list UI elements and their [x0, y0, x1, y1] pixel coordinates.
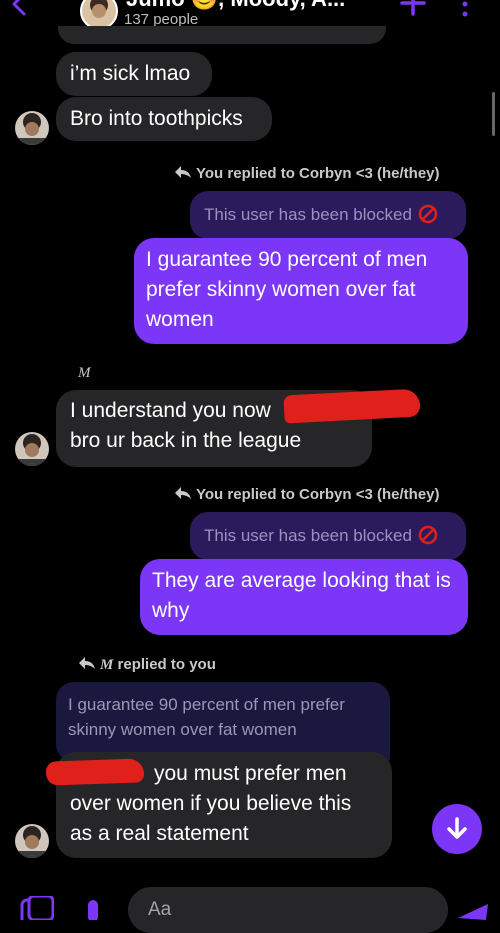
blocked-icon: [418, 204, 438, 224]
message-line: bro ur back in the league: [70, 429, 302, 452]
reply-label-text: replied to you: [117, 656, 216, 673]
back-arrow-icon[interactable]: [6, 0, 30, 22]
reply-label: You replied to Corbyn <3 (he/they): [174, 165, 440, 182]
scrollbar[interactable]: [492, 92, 495, 136]
reply-arrow-icon: [175, 166, 191, 178]
avatar[interactable]: [15, 432, 49, 466]
scroll-to-bottom-button[interactable]: [432, 804, 482, 854]
reply-arrow-icon: [79, 657, 95, 669]
message-bubble-outgoing[interactable]: I guarantee 90 percent of men prefer ski…: [134, 238, 468, 344]
reply-arrow-icon: [175, 487, 191, 499]
mic-icon[interactable]: [86, 898, 100, 920]
reply-label-text: You replied to Corbyn <3 (he/they): [196, 486, 440, 503]
redaction-mark: [45, 758, 145, 786]
avatar[interactable]: [15, 111, 49, 145]
blocked-icon: [418, 525, 438, 545]
reply-label: M replied to you: [78, 656, 216, 674]
message-input[interactable]: [128, 887, 448, 933]
reply-sender: M: [100, 657, 114, 673]
person-photo-icon: [90, 0, 108, 18]
quoted-message[interactable]: I guarantee 90 percent of men prefer ski…: [56, 682, 390, 762]
message-bubble-previous: [58, 26, 386, 44]
reply-label: You replied to Corbyn <3 (he/they): [174, 486, 440, 503]
quoted-text: This user has been blocked: [204, 205, 412, 224]
message-line: over women if you believe this as a real…: [70, 792, 352, 845]
arrow-down-icon: [447, 817, 467, 839]
gallery-icon[interactable]: [20, 896, 54, 920]
person-photo-icon: [15, 434, 49, 466]
send-icon[interactable]: [456, 898, 490, 920]
redaction-mark: [283, 388, 421, 424]
reply-label-text: You replied to Corbyn <3 (he/they): [196, 165, 440, 182]
quoted-text: This user has been blocked: [204, 526, 412, 545]
person-photo-icon: [15, 113, 49, 145]
avatar[interactable]: [15, 824, 49, 858]
message-bubble[interactable]: i’m sick lmao: [56, 52, 212, 96]
message-bubble[interactable]: Bro into toothpicks: [56, 97, 272, 141]
more-icon[interactable]: [460, 0, 470, 22]
quoted-message[interactable]: This user has been blocked: [190, 191, 466, 239]
plus-icon[interactable]: [396, 0, 430, 20]
person-photo-icon: [15, 826, 49, 858]
quoted-message[interactable]: This user has been blocked: [190, 512, 466, 560]
message-line: I understand you now: [70, 399, 271, 422]
message-bubble-outgoing[interactable]: They are average looking that is why: [140, 559, 468, 635]
sender-name: M: [78, 365, 91, 381]
